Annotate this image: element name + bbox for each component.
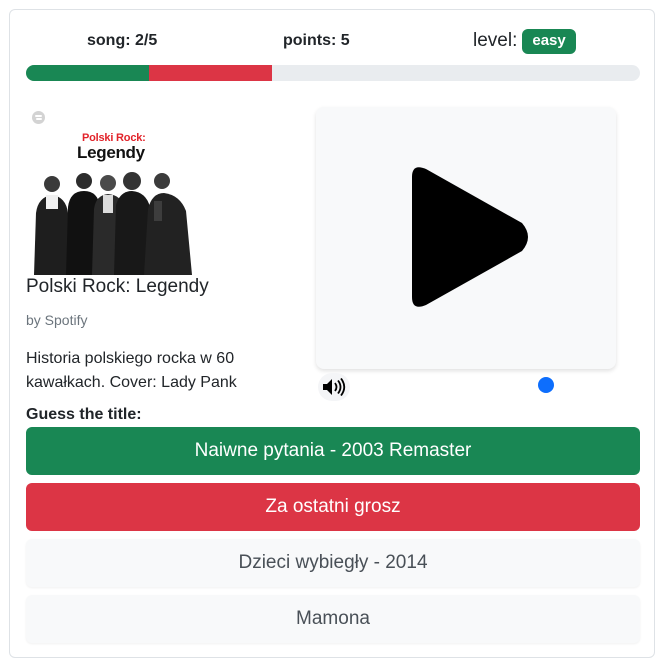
volume-slider-thumb[interactable] (538, 377, 554, 393)
game-stats: song: 2/5 points: 5 level: easy (26, 27, 640, 55)
level-indicator: level: easy (473, 27, 576, 55)
guess-label: Guess the title: (26, 406, 142, 423)
points-counter: points: 5 (283, 27, 350, 55)
answer-list: Naiwne pytania - 2003 Remaster Za ostatn… (26, 427, 640, 651)
answer-button-3[interactable]: Dzieci wybiegły - 2014 (26, 539, 640, 587)
volume-slider[interactable] (356, 376, 556, 394)
answer-button-4[interactable]: Mamona (26, 595, 640, 643)
play-button[interactable] (316, 107, 616, 369)
points-counter-text: points: 5 (283, 32, 350, 49)
cover-title-text: Legendy (77, 143, 145, 162)
song-counter-text: song: 2/5 (87, 32, 158, 49)
answer-button-1[interactable]: Naiwne pytania - 2003 Remaster (26, 427, 640, 475)
level-badge: easy (522, 28, 576, 54)
song-counter: song: 2/5 (87, 27, 157, 55)
play-icon (412, 167, 528, 307)
playlist-description: Historia polskiego rocka w 60 kawałkach.… (26, 350, 237, 391)
answer-button-2[interactable]: Za ostatni grosz (26, 483, 640, 531)
volume-button[interactable] (318, 373, 350, 401)
progress-segment-correct (26, 65, 149, 81)
level-label: level: (473, 30, 518, 51)
playlist-title: Polski Rock: Legendy (26, 276, 209, 297)
band-photo (34, 172, 192, 275)
game-progress-bar (26, 65, 640, 81)
spotify-icon (32, 111, 45, 124)
playlist-owner: by Spotify (26, 312, 88, 328)
playlist-cover: Polski Rock: Legendy (26, 125, 198, 275)
volume-icon (323, 378, 346, 396)
progress-segment-wrong (148, 65, 272, 81)
